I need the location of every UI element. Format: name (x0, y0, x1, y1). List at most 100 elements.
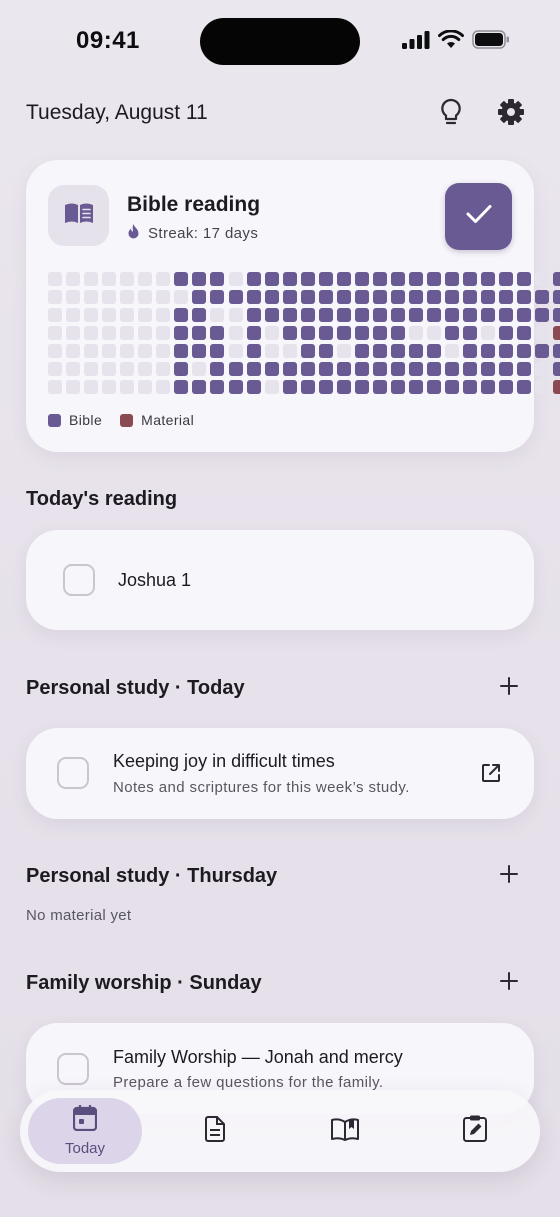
heatmap-cell (372, 344, 387, 359)
heatmap-cell (48, 308, 62, 323)
heatmap-cell (354, 362, 369, 377)
heatmap-cell (409, 344, 423, 359)
mark-done-button[interactable] (445, 183, 512, 250)
heatmap-cell (228, 380, 243, 395)
heatmap-cell (427, 290, 442, 305)
section-title-personal-study-thursday: Personal study · Thursday (26, 865, 278, 887)
heatmap-cell (427, 326, 442, 341)
reading-item-card[interactable]: Joshua 1 (26, 530, 534, 630)
heatmap-cell (210, 272, 225, 286)
heatmap-cell (174, 380, 189, 395)
heatmap-cell (156, 380, 171, 395)
heatmap-cell (102, 344, 117, 359)
family-worship-item-subtitle: Prepare a few questions for the family. (113, 1074, 384, 1091)
heatmap-cell (499, 326, 514, 341)
heatmap-cell (66, 362, 81, 377)
heatmap-cell (192, 308, 207, 323)
heatmap-cell (282, 326, 297, 341)
section-title-todays-reading: Today's reading (26, 488, 178, 510)
heatmap-cell (300, 290, 315, 305)
heatmap-cell (120, 308, 135, 323)
heatmap-cell (228, 326, 243, 341)
heatmap-cell (282, 308, 297, 323)
heatmap-cell (517, 272, 532, 286)
heatmap-cell (318, 344, 333, 359)
heatmap-cell (499, 290, 514, 305)
heatmap-cell (372, 290, 387, 305)
legend-label-bible: Bible (69, 412, 103, 428)
heatmap-cell (138, 344, 153, 359)
empty-material-note: No material yet (26, 907, 132, 924)
open-material-button[interactable] (481, 763, 503, 785)
calendar-icon (72, 1104, 98, 1136)
tips-button[interactable] (433, 96, 469, 132)
heatmap-cell (120, 290, 135, 305)
heatmap-cell (372, 326, 387, 341)
heatmap-cell (156, 272, 171, 286)
heatmap-cell (535, 344, 550, 359)
heatmap-cell (264, 380, 279, 395)
flame-icon (127, 224, 140, 243)
heatmap-cell (445, 290, 460, 305)
heatmap-cell (246, 344, 261, 359)
heatmap-cell (156, 344, 171, 359)
tab-bible[interactable] (295, 1098, 395, 1164)
heatmap-cell (210, 290, 225, 305)
heatmap-cell (174, 308, 189, 323)
heatmap-cell (499, 380, 514, 395)
heatmap-cell (336, 326, 351, 341)
heatmap-cell (336, 272, 351, 286)
heatmap-cell (66, 380, 81, 395)
tab-today[interactable]: Today (28, 1098, 142, 1164)
heatmap-cell (300, 308, 315, 323)
heatmap-cell (84, 380, 99, 395)
heatmap-cell (354, 290, 369, 305)
heatmap-cell (553, 362, 560, 377)
reading-checkbox[interactable] (63, 564, 95, 596)
heatmap-cell (481, 344, 496, 359)
heatmap-cell (445, 380, 460, 395)
heatmap-cell (409, 308, 423, 323)
reading-streak-card: Bible reading Streak: 17 days Bible Mate… (26, 160, 560, 452)
heatmap-cell (300, 272, 315, 286)
tab-documents[interactable] (165, 1098, 265, 1164)
heatmap-cell (553, 308, 560, 323)
heatmap-cell (192, 326, 207, 341)
heatmap-cell (372, 380, 387, 395)
add-family-worship-button[interactable] (494, 968, 524, 998)
heatmap-cell (246, 290, 261, 305)
tab-notes[interactable] (425, 1098, 525, 1164)
heatmap-cell (300, 326, 315, 341)
study-checkbox[interactable] (57, 757, 89, 789)
heatmap-cell (390, 290, 405, 305)
add-personal-study-thursday-button[interactable] (494, 861, 524, 891)
open-book-icon (330, 1117, 360, 1146)
heatmap-cell (138, 308, 153, 323)
heatmap-cell (120, 272, 135, 286)
heatmap-cell (138, 326, 153, 341)
wifi-icon (438, 29, 464, 54)
streak-text: Streak: 17 days (148, 225, 259, 242)
heatmap-cell (102, 290, 117, 305)
heatmap-cell (553, 272, 560, 286)
heatmap-cell (427, 308, 442, 323)
lightbulb-icon (440, 98, 462, 131)
heatmap-cell (246, 308, 261, 323)
heatmap-cell (120, 362, 135, 377)
status-time: 09:41 (76, 27, 140, 54)
status-icons (402, 29, 510, 54)
add-personal-study-today-button[interactable] (494, 673, 524, 703)
heatmap-cell (463, 272, 478, 286)
heatmap-cell (427, 272, 442, 286)
study-item-card[interactable]: Keeping joy in difficult times Notes and… (26, 728, 534, 819)
heatmap-cell (156, 362, 171, 377)
heatmap-cell (409, 326, 423, 341)
heatmap-cell (300, 344, 315, 359)
heatmap-cell (192, 290, 207, 305)
family-worship-checkbox[interactable] (57, 1053, 89, 1085)
heatmap-cell (553, 344, 560, 359)
legend-label-material: Material (141, 412, 195, 428)
settings-button[interactable] (493, 96, 529, 132)
plus-icon (500, 864, 518, 888)
book-tile (48, 185, 109, 246)
